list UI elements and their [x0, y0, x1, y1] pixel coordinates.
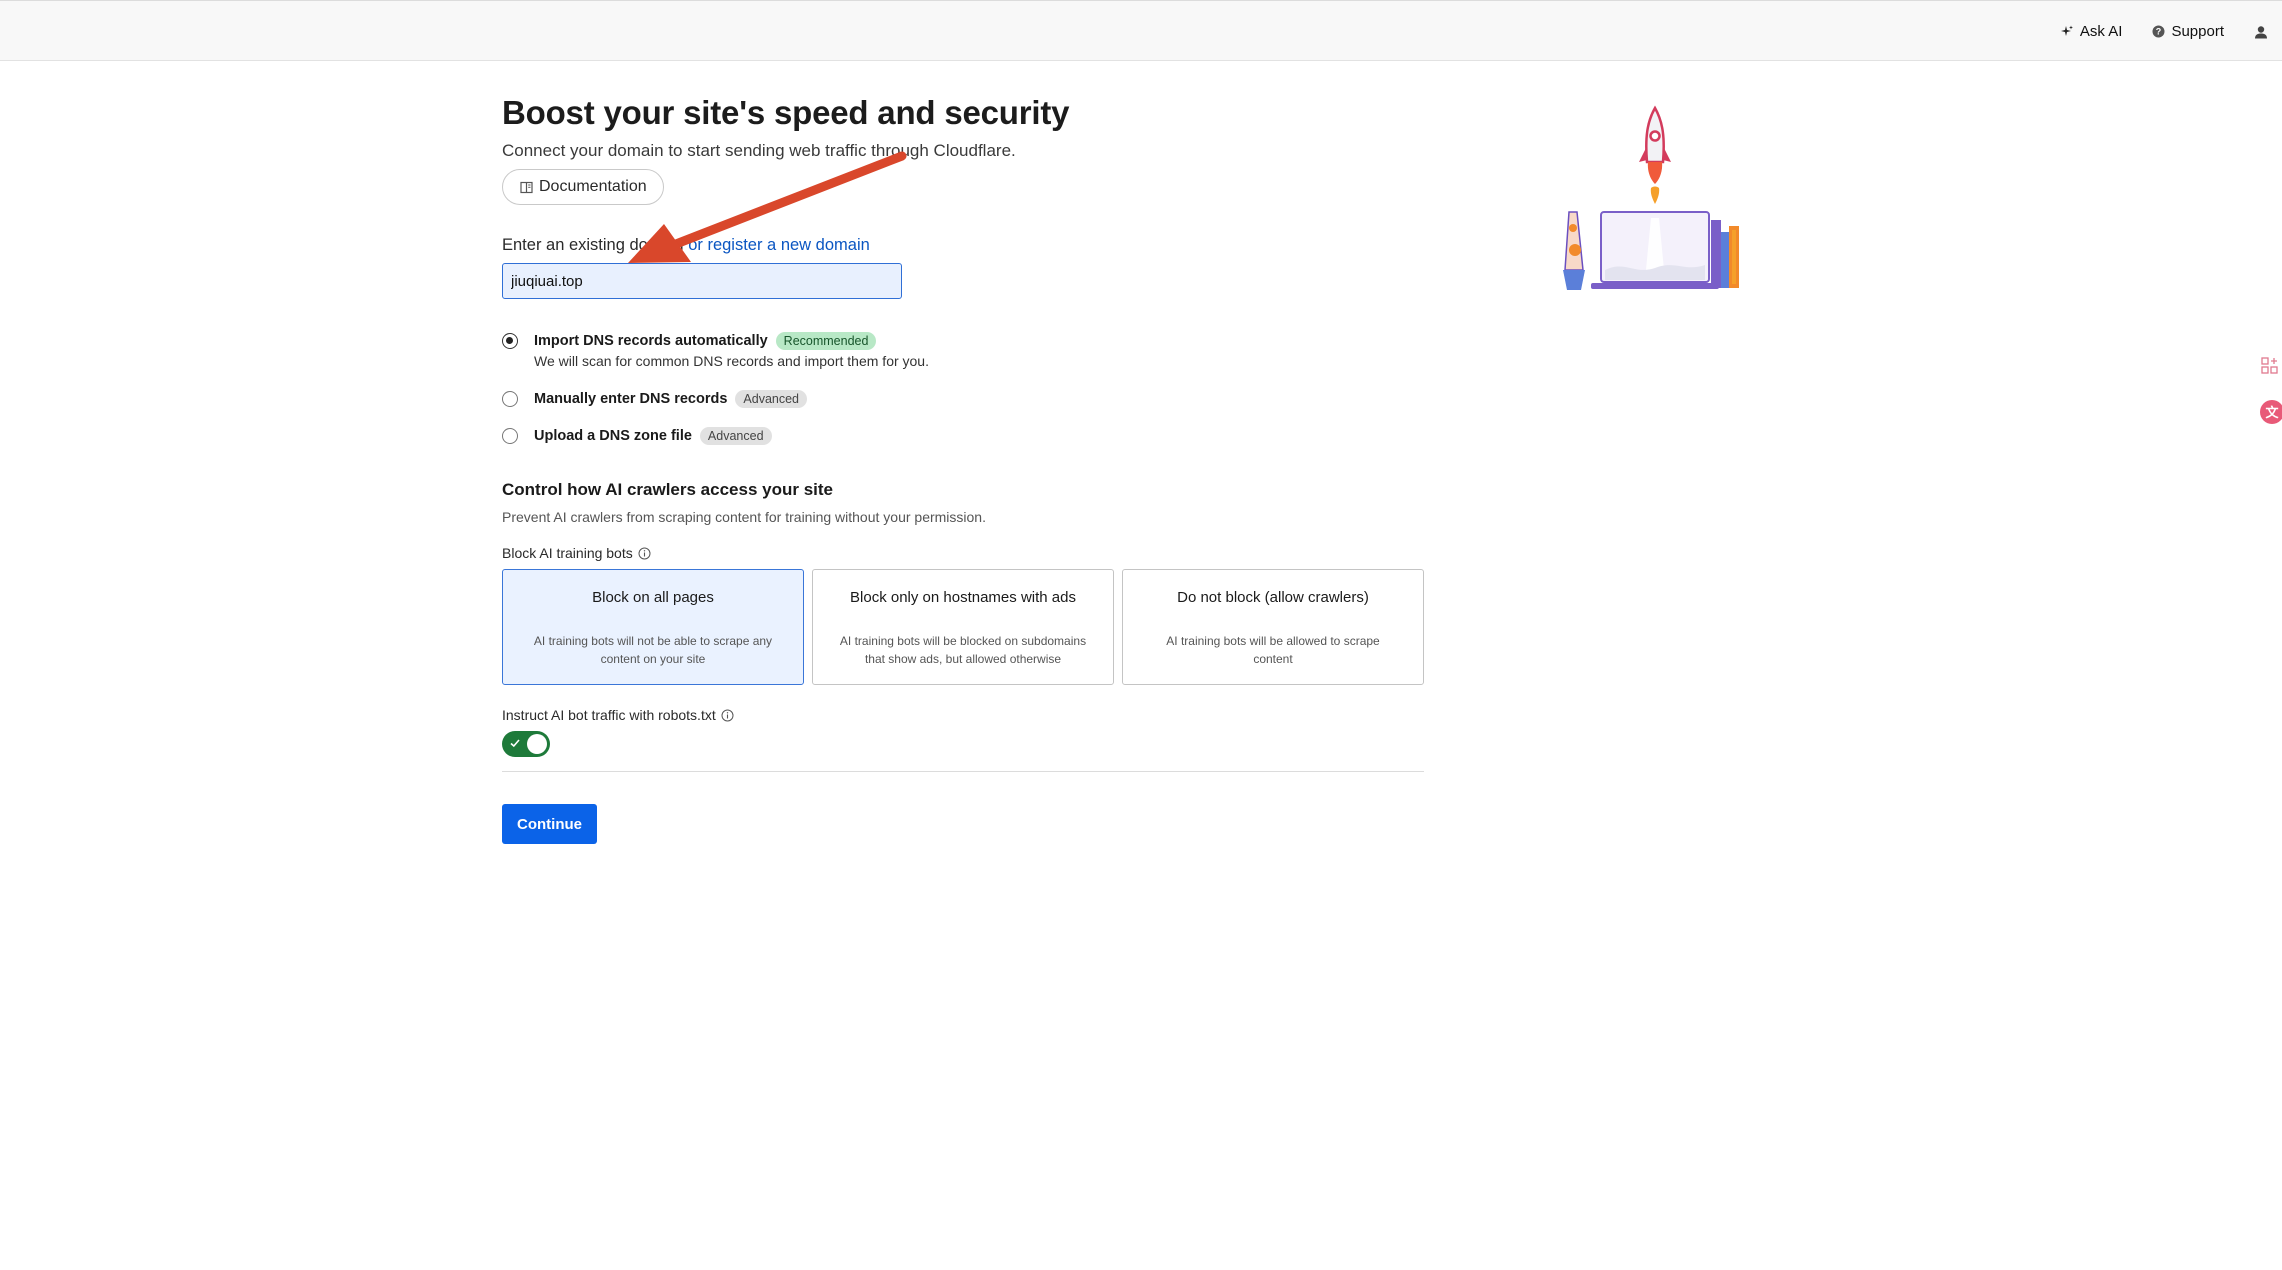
support-label: Support — [2171, 23, 2224, 40]
radio-import-dns[interactable] — [502, 333, 518, 349]
radio-label-upload: Upload a DNS zone file — [534, 428, 692, 444]
help-circle-icon: ? — [2152, 25, 2165, 38]
info-icon[interactable] — [638, 547, 651, 560]
option-card-do-not-block[interactable]: Do not block (allow crawlers) AI trainin… — [1122, 569, 1424, 685]
ai-section-description: Prevent AI crawlers from scraping conten… — [502, 509, 986, 525]
option-card-block-ads[interactable]: Block only on hostnames with ads AI trai… — [812, 569, 1114, 685]
robots-txt-toggle[interactable] — [502, 731, 550, 757]
check-icon — [510, 739, 520, 748]
documentation-button[interactable]: Documentation — [502, 169, 664, 205]
card-description: AI training bots will be allowed to scra… — [1166, 634, 1380, 666]
support-button[interactable]: ? Support — [2152, 23, 2224, 40]
divider — [502, 771, 1424, 772]
domain-label-prefix: Enter an existing domain — [502, 236, 684, 254]
block-bots-label: Block AI training bots — [502, 545, 651, 561]
block-bots-label-text: Block AI training bots — [502, 545, 633, 561]
domain-field-label: Enter an existing domain or register a n… — [502, 236, 870, 255]
domain-input[interactable] — [502, 263, 902, 299]
svg-text:?: ? — [2156, 27, 2162, 37]
user-icon — [2255, 25, 2267, 38]
book-icon — [520, 181, 533, 193]
info-icon[interactable] — [721, 709, 734, 722]
card-title: Block only on hostnames with ads — [850, 589, 1076, 606]
card-description: AI training bots will be blocked on subd… — [839, 634, 1087, 666]
register-domain-link[interactable]: or register a new domain — [688, 236, 870, 254]
card-title: Block on all pages — [592, 589, 714, 606]
apps-grid-icon[interactable] — [2260, 356, 2280, 376]
dns-option-import[interactable]: Import DNS records automatically Recomme… — [502, 332, 877, 350]
robots-txt-label-text: Instruct AI bot traffic with robots.txt — [502, 707, 716, 723]
toggle-knob — [527, 734, 547, 754]
ask-ai-label: Ask AI — [2079, 23, 2123, 40]
rocket-laptop-illustration — [1563, 105, 1739, 290]
card-description: AI training bots will not be able to scr… — [533, 634, 773, 666]
radio-label-manual: Manually enter DNS records — [534, 391, 728, 407]
continue-button[interactable]: Continue — [502, 804, 597, 844]
option-card-block-all[interactable]: Block on all pages AI training bots will… — [502, 569, 804, 685]
block-bots-options: Block on all pages AI training bots will… — [502, 569, 1432, 685]
card-title: Do not block (allow crawlers) — [1177, 589, 1369, 606]
ai-section-title: Control how AI crawlers access your site — [502, 480, 833, 499]
dns-option-upload[interactable]: Upload a DNS zone file Advanced — [502, 427, 772, 445]
translate-icon[interactable]: 文 — [2258, 398, 2282, 426]
dns-option-manual[interactable]: Manually enter DNS records Advanced — [502, 390, 808, 408]
ask-ai-button[interactable]: Ask AI — [2060, 23, 2123, 40]
documentation-label: Documentation — [539, 178, 647, 195]
robots-txt-label: Instruct AI bot traffic with robots.txt — [502, 707, 734, 723]
sparkle-icon — [2060, 25, 2073, 36]
recommended-badge: Recommended — [775, 332, 877, 350]
advanced-badge: Advanced — [735, 390, 808, 408]
top-bar: Ask AI ? Support — [0, 0, 2282, 61]
radio-manual-dns[interactable] — [502, 391, 518, 407]
user-menu-button[interactable] — [2254, 25, 2268, 39]
svg-text:文: 文 — [2265, 405, 2279, 420]
radio-upload-zone[interactable] — [502, 428, 518, 444]
advanced-badge: Advanced — [699, 427, 772, 445]
import-dns-description: We will scan for common DNS records and … — [534, 353, 929, 369]
page-subtitle: Connect your domain to start sending web… — [502, 141, 1016, 160]
radio-label-import: Import DNS records automatically — [534, 333, 768, 349]
page-title: Boost your site's speed and security — [502, 94, 1070, 131]
top-bar-actions: Ask AI ? Support — [2060, 1, 2282, 62]
